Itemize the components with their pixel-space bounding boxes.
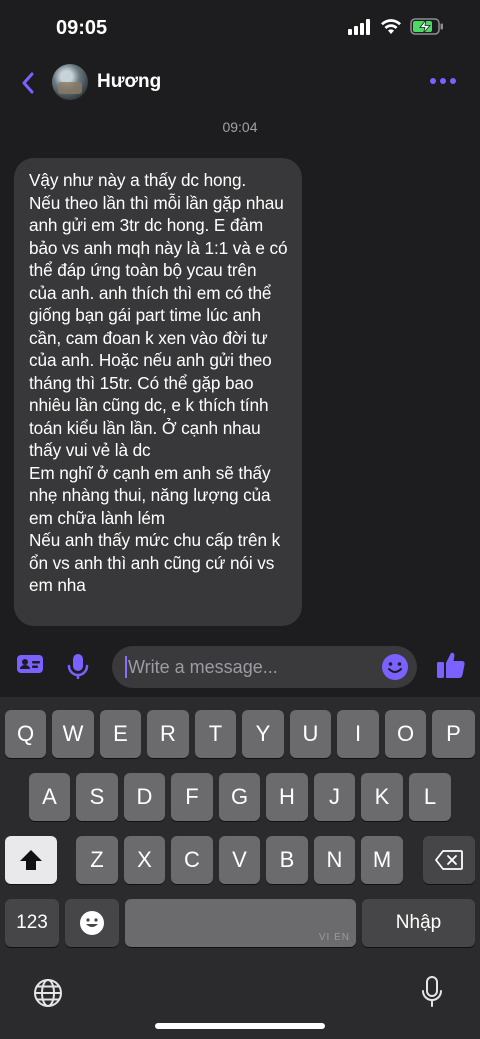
key-l[interactable]: L: [409, 773, 451, 821]
contact-name[interactable]: Hương: [97, 71, 161, 93]
message-timestamp: 09:04: [222, 119, 258, 135]
emoji-keyboard-key[interactable]: [65, 899, 119, 947]
key-a[interactable]: A: [29, 773, 70, 821]
avatar[interactable]: [52, 64, 88, 100]
numbers-key[interactable]: 123: [5, 899, 59, 947]
shift-arrow-icon: [20, 850, 42, 870]
battery-charging-icon: [410, 18, 444, 40]
home-indicator[interactable]: [155, 1023, 325, 1029]
message-composer: [0, 640, 480, 695]
key-h[interactable]: H: [266, 773, 308, 821]
voice-record-button[interactable]: [67, 653, 89, 681]
dictation-microphone-icon: [422, 976, 442, 1007]
message-input[interactable]: [124, 646, 379, 688]
key-o[interactable]: O: [385, 710, 426, 758]
delete-key[interactable]: [423, 836, 475, 884]
microphone-icon: [67, 654, 89, 679]
key-z[interactable]: Z: [76, 836, 118, 884]
key-s[interactable]: S: [76, 773, 118, 821]
key-u[interactable]: U: [290, 710, 331, 758]
more-options-button[interactable]: [430, 78, 456, 84]
key-j[interactable]: J: [314, 773, 355, 821]
key-i[interactable]: I: [337, 710, 379, 758]
key-w[interactable]: W: [52, 710, 94, 758]
backspace-icon: [435, 850, 463, 870]
dot-icon: [430, 78, 436, 84]
space-language-label: VI EN: [318, 932, 350, 943]
dictation-button[interactable]: [421, 976, 443, 1013]
incoming-message-bubble[interactable]: Vậy như này a thấy dc hong. Nếu theo lần…: [14, 158, 302, 626]
status-time: 09:05: [56, 17, 108, 39]
like-button[interactable]: [436, 650, 466, 680]
key-k[interactable]: K: [361, 773, 403, 821]
key-x[interactable]: X: [124, 836, 165, 884]
message-input-container[interactable]: [112, 646, 417, 688]
key-t[interactable]: T: [195, 710, 236, 758]
chat-header: Hương: [0, 58, 480, 108]
wifi-icon: [380, 18, 402, 40]
dot-icon: [440, 78, 446, 84]
key-e[interactable]: E: [100, 710, 141, 758]
space-key[interactable]: VI EN: [125, 899, 356, 947]
back-button[interactable]: [14, 66, 42, 100]
key-y[interactable]: Y: [242, 710, 284, 758]
shift-key[interactable]: [5, 836, 57, 884]
key-f[interactable]: F: [171, 773, 213, 821]
chevron-left-icon: [22, 72, 34, 94]
cellular-signal-icon: [348, 18, 372, 40]
thumbs-up-icon: [437, 652, 465, 678]
status-bar: 09:05: [0, 0, 480, 58]
key-n[interactable]: N: [314, 836, 355, 884]
key-r[interactable]: R: [147, 710, 189, 758]
emoji-icon[interactable]: [381, 653, 409, 681]
key-m[interactable]: M: [361, 836, 403, 884]
key-v[interactable]: V: [219, 836, 260, 884]
key-q[interactable]: Q: [5, 710, 46, 758]
ios-keyboard: Q W E R T Y U I O P A S D F G H J K L Z …: [0, 697, 480, 1039]
emoji-face-icon: [80, 911, 104, 935]
contact-card-icon: [17, 655, 43, 673]
key-g[interactable]: G: [219, 773, 260, 821]
return-key[interactable]: Nhập: [362, 899, 475, 947]
globe-icon: [34, 979, 62, 1007]
globe-button[interactable]: [33, 978, 63, 1013]
dot-icon: [450, 78, 456, 84]
key-p[interactable]: P: [432, 710, 475, 758]
key-d[interactable]: D: [124, 773, 165, 821]
key-b[interactable]: B: [266, 836, 308, 884]
status-icons: [348, 18, 444, 40]
contact-card-button[interactable]: [16, 653, 44, 675]
key-c[interactable]: C: [171, 836, 213, 884]
